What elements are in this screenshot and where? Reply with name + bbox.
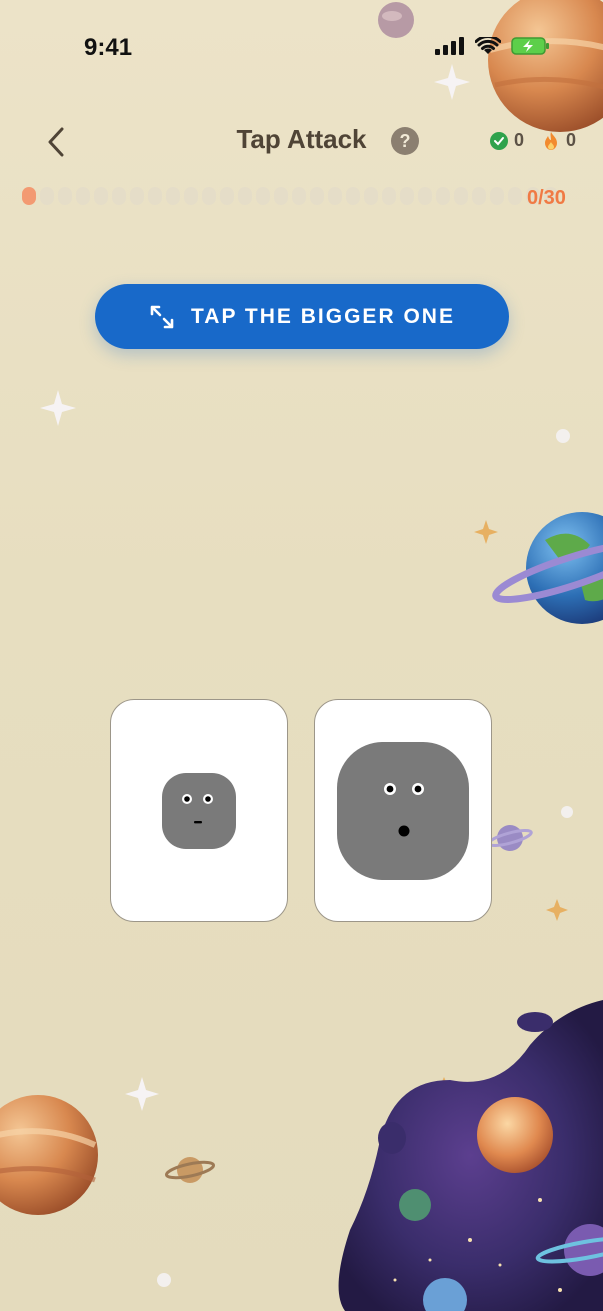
- progress-dot: [202, 187, 216, 205]
- fire-icon: [545, 131, 558, 150]
- progress-dot: [220, 187, 234, 205]
- progress-dot: [58, 187, 72, 205]
- progress-dot: [346, 187, 360, 205]
- progress-dot: [166, 187, 180, 205]
- progress-dot: [508, 187, 522, 205]
- progress-dot: [256, 187, 270, 205]
- answer-card-small[interactable]: [110, 699, 288, 922]
- progress-dot: [382, 187, 396, 205]
- page-title-text: Tap Attack: [236, 124, 367, 154]
- progress-dot: [328, 187, 342, 205]
- progress-dot: [400, 187, 414, 205]
- progress-dot: [454, 187, 468, 205]
- instruction-text: TAP THE BIGGER ONE: [191, 304, 455, 328]
- progress-dot: [490, 187, 504, 205]
- answer-card-large[interactable]: [314, 699, 492, 922]
- streak-count: 0: [566, 130, 577, 150]
- progress-dot: [418, 187, 432, 205]
- planet-bottom-left: [0, 1095, 98, 1215]
- progress-dot: [148, 187, 162, 205]
- planet-top-right: [488, 0, 603, 132]
- progress-dot: [310, 187, 324, 205]
- progress-dot: [94, 187, 108, 205]
- progress-label: 0/30: [527, 187, 566, 209]
- progress-dot: [22, 187, 36, 205]
- expand-arrows-icon: [150, 305, 174, 328]
- progress-dot: [436, 187, 450, 205]
- check-icon: [490, 131, 508, 150]
- progress-dot: [238, 187, 252, 205]
- instruction-banner: TAP THE BIGGER ONE: [95, 284, 509, 349]
- nebula-decoration: [338, 1000, 603, 1311]
- planet-small-ringed: [487, 825, 533, 851]
- status-icons: [435, 36, 551, 56]
- progress-dot: [40, 187, 54, 205]
- help-button[interactable]: ?: [391, 127, 419, 155]
- planet-earth: [492, 512, 603, 624]
- progress-dot: [364, 187, 378, 205]
- progress-dot: [472, 187, 486, 205]
- progress-dot: [76, 187, 90, 205]
- cellular-signal-icon: [435, 37, 464, 55]
- wifi-icon: [475, 37, 501, 54]
- planet-saturn-small: [164, 1157, 216, 1183]
- score-counters: 0 0: [490, 130, 576, 151]
- progress-dot: [112, 187, 126, 205]
- status-time: 9:41: [84, 34, 133, 61]
- planet-small-top: [378, 2, 414, 38]
- battery-charging-icon: [511, 37, 549, 55]
- correct-count: 0: [514, 130, 525, 150]
- progress-dot: [184, 187, 198, 205]
- progress-dots: [22, 187, 558, 205]
- progress-dot: [274, 187, 288, 205]
- sparkle-icon: [40, 64, 470, 1111]
- small-face-shape: [162, 772, 236, 849]
- progress-dot: [292, 187, 306, 205]
- progress-dot: [130, 187, 144, 205]
- large-face-shape: [337, 741, 469, 880]
